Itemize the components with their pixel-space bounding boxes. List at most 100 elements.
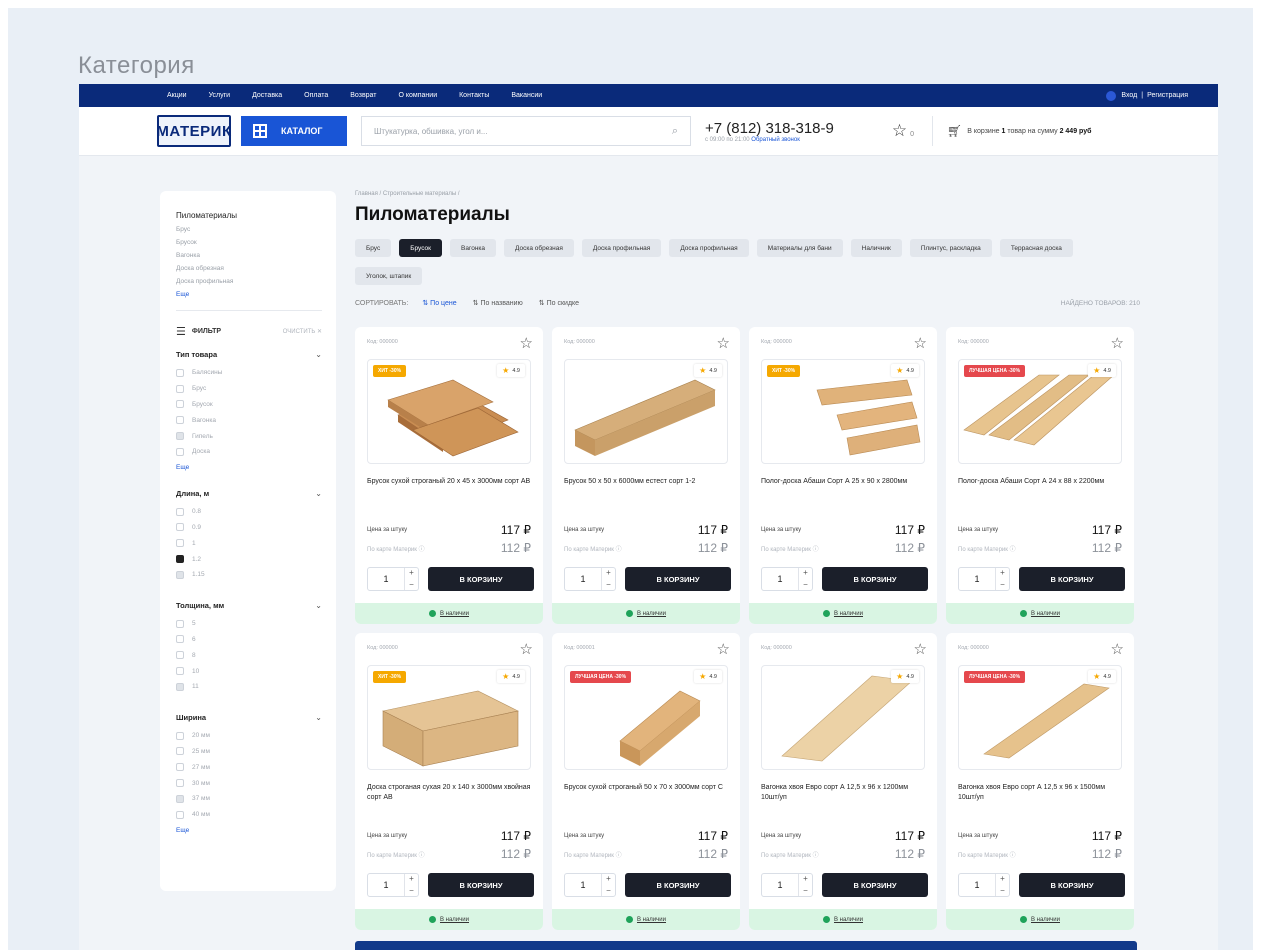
product-name[interactable]: Брусок сухой строганый 20 х 45 х 3000мм … <box>367 477 532 487</box>
product-image[interactable]: ★ 4.9 <box>564 359 728 464</box>
subcategory-chip[interactable]: Доска профильная <box>669 239 749 257</box>
quantity-stepper[interactable]: 1 + − <box>564 873 616 897</box>
quantity-stepper[interactable]: 1 + − <box>958 567 1010 591</box>
quantity-value[interactable]: 1 <box>762 880 798 890</box>
availability-label[interactable]: В наличии <box>834 611 863 617</box>
increment-button[interactable]: + <box>1000 568 1005 578</box>
filter-checkbox[interactable]: 1 <box>176 535 322 551</box>
filter-checkbox[interactable]: 40 мм <box>176 807 322 823</box>
sidebar-category-link[interactable]: Брусок <box>176 239 322 246</box>
info-icon[interactable]: ⓘ <box>813 853 819 859</box>
product-name[interactable]: Полог-доска Абаши Сорт А 25 х 90 х 2800м… <box>761 477 926 487</box>
sidebar-more-link[interactable]: Еще <box>176 291 322 298</box>
favorite-star-icon[interactable]: ☆ <box>520 640 533 658</box>
nav-link-delivery[interactable]: Доставка <box>252 92 282 99</box>
search-icon[interactable]: ⌕ <box>672 125 678 138</box>
availability-label[interactable]: В наличии <box>1031 917 1060 923</box>
nav-link-vacancies[interactable]: Вакансии <box>511 92 542 99</box>
filter-checkbox[interactable]: 25 мм <box>176 744 322 760</box>
add-to-cart-button[interactable]: В КОРЗИНУ <box>1019 873 1125 897</box>
quantity-value[interactable]: 1 <box>959 880 995 890</box>
info-icon[interactable]: ⓘ <box>813 547 819 553</box>
subcategory-chip[interactable]: Материалы для бани <box>756 239 843 257</box>
product-name[interactable]: Брусок 50 х 50 х 6000мм естест сорт 1-2 <box>564 477 729 487</box>
decrement-button[interactable]: − <box>606 580 611 590</box>
filter-checkbox[interactable]: Доска <box>176 444 322 460</box>
filter-checkbox[interactable]: 10 <box>176 663 322 679</box>
product-image[interactable]: ХИТ -30% ★ 4.9 <box>367 359 531 464</box>
sort-by-discount[interactable]: ⇅ По скидке <box>539 299 579 307</box>
sort-by-name[interactable]: ⇅ По названию <box>473 299 523 307</box>
product-image[interactable]: ЛУЧШАЯ ЦЕНА -30% ★ 4.9 <box>564 665 728 770</box>
filter-group-header[interactable]: Ширина ⌄ <box>176 713 322 722</box>
availability-label[interactable]: В наличии <box>1031 611 1060 617</box>
increment-button[interactable]: + <box>606 874 611 884</box>
breadcrumb[interactable]: Главная / Строительные материалы / <box>355 191 1145 197</box>
filter-checkbox[interactable]: Гипель <box>176 428 322 444</box>
filter-checkbox[interactable]: 0.9 <box>176 520 322 536</box>
sidebar-category-link[interactable]: Брус <box>176 226 322 233</box>
filter-checkbox[interactable]: 8 <box>176 647 322 663</box>
product-card[interactable]: Код: 000000 ☆ ★ 4.9 Брусок 50 х 50 х 6000… <box>552 327 740 624</box>
nav-link-returns[interactable]: Возврат <box>350 92 376 99</box>
subcategory-chip[interactable]: Вагонка <box>450 239 497 257</box>
quantity-stepper[interactable]: 1 + − <box>761 567 813 591</box>
decrement-button[interactable]: − <box>1000 580 1005 590</box>
filter-group-header[interactable]: Тип товара ⌄ <box>176 350 322 359</box>
increment-button[interactable]: + <box>409 568 414 578</box>
nav-link-payment[interactable]: Оплата <box>304 92 328 99</box>
decrement-button[interactable]: − <box>409 886 414 896</box>
callback-link[interactable]: Обратный звонок <box>751 137 800 143</box>
quantity-value[interactable]: 1 <box>368 574 404 584</box>
quantity-value[interactable]: 1 <box>959 574 995 584</box>
product-card[interactable]: Код: 000000 ☆ ★ 4.9 Вагонка хвоя Евро сор… <box>749 633 937 930</box>
filter-checkbox[interactable]: 5 <box>176 616 322 632</box>
favorite-star-icon[interactable]: ☆ <box>717 640 730 658</box>
product-name[interactable]: Полог-доска Абаши Сорт А 24 х 88 х 2200м… <box>958 477 1123 487</box>
filter-checkbox[interactable]: 6 <box>176 632 322 648</box>
subcategory-chip[interactable]: Доска профильная <box>581 239 662 257</box>
subcategory-chip[interactable]: Брусок <box>399 239 443 257</box>
increment-button[interactable]: + <box>606 568 611 578</box>
quantity-value[interactable]: 1 <box>565 880 601 890</box>
filter-more-link[interactable]: Еще <box>176 827 322 834</box>
quantity-stepper[interactable]: 1 + − <box>367 567 419 591</box>
favorite-star-icon[interactable]: ☆ <box>1111 640 1124 658</box>
product-image[interactable]: ЛУЧШАЯ ЦЕНА -30% ★ 4.9 <box>958 359 1122 464</box>
product-name[interactable]: Брусок сухой строганый 50 х 70 х 3000мм … <box>564 783 729 793</box>
filter-checkbox-checked[interactable]: 1.2 <box>176 551 322 567</box>
subcategory-chip[interactable]: Уголок, штапик <box>355 267 423 285</box>
info-icon[interactable]: ⓘ <box>1010 853 1016 859</box>
add-to-cart-button[interactable]: В КОРЗИНУ <box>428 873 534 897</box>
filter-checkbox[interactable]: 11 <box>176 679 322 695</box>
nav-link-promo[interactable]: Акции <box>167 92 187 99</box>
decrement-button[interactable]: − <box>803 580 808 590</box>
sort-by-price[interactable]: ⇅ По цене <box>422 299 456 307</box>
availability-label[interactable]: В наличии <box>637 611 666 617</box>
favorite-star-icon[interactable]: ☆ <box>717 334 730 352</box>
favorite-star-icon[interactable]: ☆ <box>1111 334 1124 352</box>
product-image[interactable]: ХИТ -30% ★ 4.9 <box>367 665 531 770</box>
add-to-cart-button[interactable]: В КОРЗИНУ <box>1019 567 1125 591</box>
product-card[interactable]: Код: 000000 ☆ ЛУЧШАЯ ЦЕНА -30% ★ 4.9 Поло… <box>946 327 1134 624</box>
subcategory-chip[interactable]: Доска обрезная <box>504 239 574 257</box>
phone-number[interactable]: +7 (812) 318-318-9 <box>705 120 834 137</box>
catalog-button[interactable]: КАТАЛОГ <box>241 116 347 146</box>
search-input[interactable]: Штукатурка, обшивка, угол и... ⌕ <box>361 116 691 146</box>
info-icon[interactable]: ⓘ <box>616 547 622 553</box>
product-card[interactable]: Код: 000000 ☆ ХИТ -30% ★ 4.9 Полог-доска … <box>749 327 937 624</box>
add-to-cart-button[interactable]: В КОРЗИНУ <box>428 567 534 591</box>
info-icon[interactable]: ⓘ <box>1010 547 1016 553</box>
availability-label[interactable]: В наличии <box>440 611 469 617</box>
subcategory-chip[interactable]: Брус <box>355 239 392 257</box>
subcategory-chip[interactable]: Наличник <box>850 239 902 257</box>
filter-checkbox[interactable]: 0.8 <box>176 504 322 520</box>
increment-button[interactable]: + <box>409 874 414 884</box>
add-to-cart-button[interactable]: В КОРЗИНУ <box>822 873 928 897</box>
increment-button[interactable]: + <box>1000 874 1005 884</box>
filter-checkbox[interactable]: 27 мм <box>176 759 322 775</box>
increment-button[interactable]: + <box>803 568 808 578</box>
quantity-value[interactable]: 1 <box>762 574 798 584</box>
site-logo[interactable]: МАТЕРИК <box>156 115 231 147</box>
quantity-stepper[interactable]: 1 + − <box>761 873 813 897</box>
